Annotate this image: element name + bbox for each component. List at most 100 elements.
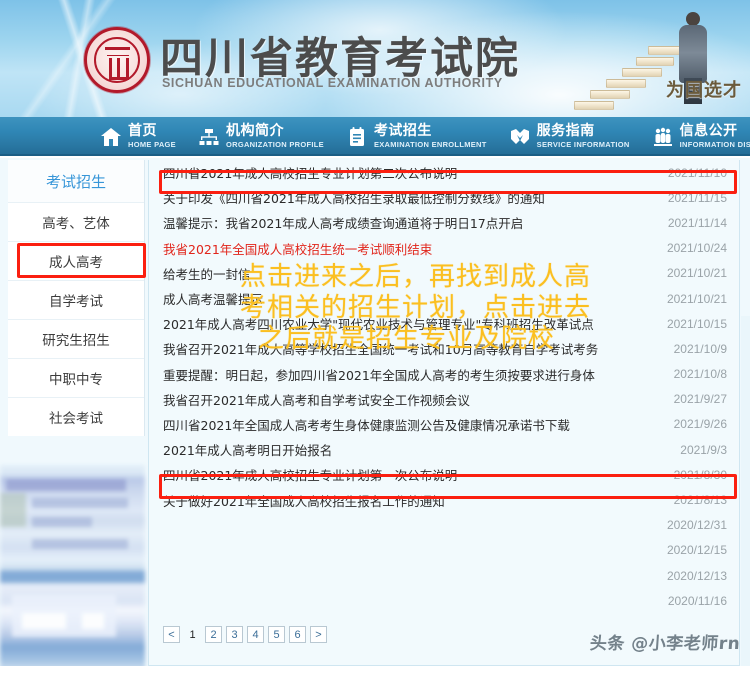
page-root: 四川省教育考试院 SICHUAN EDUCATIONAL EXAMINATION… bbox=[0, 0, 750, 674]
banner-slogan: 为国选才 bbox=[666, 76, 742, 102]
nav-label-cn: 信息公开 bbox=[680, 124, 750, 138]
pagination-page-2[interactable]: 2 bbox=[205, 626, 222, 643]
news-date: 2021/10/21 bbox=[667, 266, 727, 280]
news-date: 2020/12/13 bbox=[667, 569, 727, 583]
sidebar-blurred-widget bbox=[0, 465, 145, 672]
news-row[interactable]: 我省2021年全国成人高校招生统一考试顺利结束 2021/10/24 bbox=[149, 236, 741, 261]
news-title-link[interactable]: 关于做好2021年全国成人高校招生报名工作的通知 bbox=[163, 491, 664, 510]
news-date: 2020/11/16 bbox=[668, 594, 727, 608]
news-row[interactable]: 重要提醒：明日起，参加四川省2021年全国成人高考的考生须按要求进行身体 2021… bbox=[149, 362, 741, 387]
sidebar-item-label: 中职中专 bbox=[49, 368, 103, 388]
pagination-page-4[interactable]: 4 bbox=[247, 626, 264, 643]
bottom-page-edge bbox=[0, 666, 750, 674]
sidebar-item-label: 社会考试 bbox=[49, 407, 103, 427]
news-date: 2021/9/26 bbox=[674, 417, 727, 431]
news-title-link[interactable]: 四川省2021年成人高校招生专业计划第一次公布说明 bbox=[163, 465, 664, 484]
pagination-prev-button[interactable]: < bbox=[163, 626, 180, 643]
nav-label-cn: 考试招生 bbox=[374, 124, 487, 138]
sidebar-item-label: 高考、艺体 bbox=[42, 212, 110, 232]
news-date: 2021/8/30 bbox=[674, 468, 727, 482]
pagination-page-1[interactable]: 1 bbox=[184, 626, 201, 643]
news-title-link[interactable]: 给考生的一封信 bbox=[163, 264, 657, 283]
news-title-link[interactable]: 温馨提示：我省2021年成人高考成绩查询通道将于明日17点开启 bbox=[163, 213, 658, 232]
logo-seal-glyph bbox=[109, 54, 129, 80]
news-date: 2020/12/15 bbox=[667, 543, 727, 557]
news-row[interactable]: 温馨提示：我省2021年成人高考成绩查询通道将于明日17点开启 2021/11/1… bbox=[149, 210, 741, 235]
news-title-link[interactable]: 我省2021年全国成人高校招生统一考试顺利结束 bbox=[163, 239, 657, 258]
news-row[interactable]: 2020/11/16 bbox=[149, 588, 741, 613]
news-date: 2021/10/8 bbox=[674, 367, 727, 381]
news-row[interactable]: 2021年成人高考四川农业大学"现代农业技术与管理专业"专科班招生改革试点 202… bbox=[149, 311, 741, 336]
pagination-page-3[interactable]: 3 bbox=[226, 626, 243, 643]
news-date: 2021/11/10 bbox=[668, 166, 727, 180]
news-title-link[interactable]: 2021年成人高考明日开始报名 bbox=[163, 440, 670, 459]
sidebar-item-label: 自学考试 bbox=[49, 290, 103, 310]
nav-label-en: INFORMATION DISCLOS bbox=[680, 141, 750, 149]
nav-item-examination-enrollment[interactable]: 考试招生 EXAMINATION ENROLLMENT bbox=[346, 124, 487, 149]
pagination-next-button[interactable]: > bbox=[310, 626, 327, 643]
sidebar-item-yanjiusheng-zhaosheng[interactable]: 研究生招生 bbox=[8, 319, 144, 358]
news-list: 四川省2021年成人高校招生专业计划第二次公布说明 2021/11/10 关于印发《… bbox=[149, 160, 741, 613]
nav-label-cn: 机构简介 bbox=[226, 124, 324, 138]
news-row[interactable]: 四川省2021年成人高校招生专业计划第二次公布说明 2021/11/10 bbox=[149, 160, 741, 185]
news-title-link[interactable]: 成人高考温馨提示 bbox=[163, 289, 657, 308]
sidebar-item-label: 研究生招生 bbox=[42, 329, 110, 349]
news-row[interactable]: 2020/12/15 bbox=[149, 538, 741, 563]
site-title-en: SICHUAN EDUCATIONAL EXAMINATION AUTHORIT… bbox=[162, 76, 503, 90]
news-row[interactable]: 关于做好2021年全国成人高校招生报名工作的通知 2021/8/13 bbox=[149, 487, 741, 512]
pagination: <123456> bbox=[163, 626, 327, 643]
news-title-link[interactable]: 四川省2021年全国成人高考考生身体健康监测公告及健康情况承诺书下载 bbox=[163, 415, 664, 434]
org-chart-icon bbox=[198, 126, 220, 148]
sidebar-item-chengren-gaokao[interactable]: 成人高考 bbox=[8, 241, 144, 280]
news-row[interactable]: 2021年成人高考明日开始报名2021/9/3 bbox=[149, 437, 741, 462]
news-date: 2021/10/21 bbox=[667, 292, 727, 306]
handshake-icon bbox=[509, 126, 531, 148]
nav-item-service-information[interactable]: 服务指南 SERVICE INFORMATION bbox=[509, 124, 630, 149]
news-date: 2020/12/31 bbox=[667, 518, 727, 532]
news-date: 2021/10/9 bbox=[674, 342, 727, 356]
news-row[interactable]: 四川省2021年成人高校招生专业计划第一次公布说明 2021/8/30 bbox=[149, 462, 741, 487]
nav-label-cn: 服务指南 bbox=[537, 124, 630, 138]
news-row[interactable]: 四川省2021年全国成人高考考生身体健康监测公告及健康情况承诺书下载 2021/9… bbox=[149, 412, 741, 437]
sidebar: 考试招生 高考、艺体 成人高考 自学考试 研究生招生 中职中专 社会考试 bbox=[8, 160, 145, 436]
sidebar-item-zixue-kaoshi[interactable]: 自学考试 bbox=[8, 280, 144, 319]
people-icon bbox=[652, 126, 674, 148]
sidebar-item-zhongzhi-zhongzhuan[interactable]: 中职中专 bbox=[8, 358, 144, 397]
news-title-link[interactable]: 关于印发《四川省2021年成人高校招生录取最低控制分数线》的通知 bbox=[163, 188, 658, 207]
notebook-icon bbox=[346, 126, 368, 148]
news-date: 2021/10/15 bbox=[667, 317, 727, 331]
watermark: 头条 @小李老师rn bbox=[589, 629, 741, 654]
pagination-page-6[interactable]: 6 bbox=[289, 626, 306, 643]
news-date: 2021/8/13 bbox=[674, 493, 727, 507]
pagination-page-5[interactable]: 5 bbox=[268, 626, 285, 643]
nav-item-information-disclosure[interactable]: 信息公开 INFORMATION DISCLOS bbox=[652, 124, 750, 149]
news-title-link[interactable]: 我省召开2021年成人高考和自学考试安全工作视频会议 bbox=[163, 390, 664, 409]
nav-label-cn: 首页 bbox=[128, 124, 176, 138]
news-row[interactable]: 来2020/12/13 bbox=[149, 563, 741, 588]
sidebar-item-gaokao-yiti[interactable]: 高考、艺体 bbox=[8, 202, 144, 241]
news-panel: 四川省2021年成人高校招生专业计划第二次公布说明 2021/11/10 关于印发《… bbox=[148, 160, 740, 666]
news-row[interactable]: 期满2020/12/31 bbox=[149, 513, 741, 538]
news-title-link[interactable]: 2021年成人高考四川农业大学"现代农业技术与管理专业"专科班招生改革试点 bbox=[163, 314, 657, 333]
nav-label-en: EXAMINATION ENROLLMENT bbox=[374, 141, 487, 149]
nav-items: 首页 HOME PAGE bbox=[100, 117, 750, 156]
news-title-link[interactable]: 四川省2021年成人高校招生专业计划第二次公布说明 bbox=[163, 163, 658, 182]
nav-item-home[interactable]: 首页 HOME PAGE bbox=[100, 124, 176, 149]
news-title-link[interactable]: 重要提醒：明日起，参加四川省2021年全国成人高考的考生须按要求进行身体 bbox=[163, 365, 664, 384]
news-row[interactable]: 我省召开2021年成人高考和自学考试安全工作视频会议2021/9/27 bbox=[149, 387, 741, 412]
nav-label-en: ORGANIZATION PROFILE bbox=[226, 141, 324, 149]
news-row[interactable]: 给考生的一封信 2021/10/21 bbox=[149, 261, 741, 286]
news-date: 2021/10/24 bbox=[667, 241, 727, 255]
site-logo-seal bbox=[84, 27, 150, 93]
news-row[interactable]: 成人高考温馨提示 2021/10/21 bbox=[149, 286, 741, 311]
news-row[interactable]: 关于印发《四川省2021年成人高校招生录取最低控制分数线》的通知 2021/11/… bbox=[149, 185, 741, 210]
nav-label-en: HOME PAGE bbox=[128, 141, 176, 149]
news-date: 2021/11/15 bbox=[668, 191, 727, 205]
right-page-edge bbox=[741, 316, 750, 674]
news-date: 2021/11/14 bbox=[668, 216, 727, 230]
sidebar-heading: 考试招生 bbox=[8, 160, 144, 202]
news-row[interactable]: 我省召开2021年成人高等学校招生全国统一考试和10月高等教育自学考试考务 202… bbox=[149, 336, 741, 361]
news-title-link[interactable]: 我省召开2021年成人高等学校招生全国统一考试和10月高等教育自学考试考务 bbox=[163, 339, 664, 358]
sidebar-item-shehui-kaoshi[interactable]: 社会考试 bbox=[8, 397, 144, 436]
nav-item-organization-profile[interactable]: 机构简介 ORGANIZATION PROFILE bbox=[198, 124, 324, 149]
